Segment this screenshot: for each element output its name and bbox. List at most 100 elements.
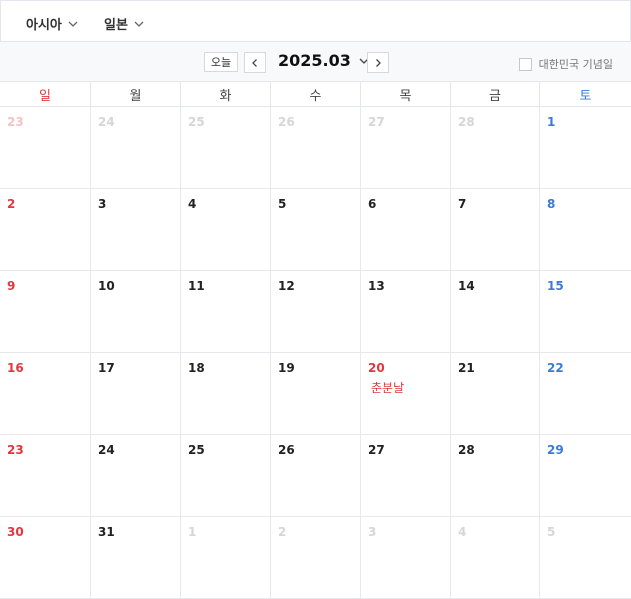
calendar-day-cell[interactable]: 18 [181, 353, 271, 435]
calendar-nav-bar: 오늘 2025.03 대한민국 기념일 [0, 42, 631, 82]
calendar-day-cell[interactable]: 26 [271, 107, 361, 189]
day-number: 5 [547, 525, 556, 539]
day-number: 16 [7, 361, 24, 375]
calendar-day-cell[interactable]: 17 [91, 353, 181, 435]
day-number: 23 [7, 115, 24, 129]
calendar-day-cell[interactable]: 4 [181, 189, 271, 271]
calendar-day-cell[interactable]: 11 [181, 271, 271, 353]
day-number: 9 [7, 279, 16, 293]
day-number: 6 [368, 197, 377, 211]
chevron-left-icon [252, 58, 257, 67]
day-number: 25 [188, 115, 205, 129]
calendar-day-cell[interactable]: 9 [0, 271, 91, 353]
calendar-day-cell[interactable]: 2 [271, 517, 361, 599]
weekday-header: 일월화수목금 토 [0, 82, 631, 107]
day-number: 22 [547, 361, 564, 375]
day-number: 26 [278, 443, 295, 457]
day-number: 14 [458, 279, 475, 293]
day-number: 5 [278, 197, 287, 211]
weekday-label: 토 [579, 89, 592, 104]
calendar-day-cell[interactable]: 22 [540, 353, 631, 435]
calendar-day-cell[interactable]: 30 [0, 517, 91, 599]
calendar-day-cell[interactable]: 6 [361, 189, 451, 271]
day-number: 15 [547, 279, 564, 293]
day-number: 29 [547, 443, 564, 457]
day-number: 7 [458, 197, 467, 211]
calendar-day-cell[interactable]: 10 [91, 271, 181, 353]
chevron-down-icon [68, 21, 78, 27]
day-number: 21 [458, 361, 475, 375]
weekday-label: 월 [91, 82, 181, 107]
calendar-day-cell[interactable]: 27 [361, 107, 451, 189]
day-number: 1 [547, 115, 556, 129]
day-number: 27 [368, 115, 385, 129]
current-month-label: 2025.03 [278, 51, 351, 70]
today-button[interactable]: 오늘 [204, 52, 238, 72]
calendar-day-cell[interactable]: 25 [181, 435, 271, 517]
month-picker[interactable]: 2025.03 [278, 51, 369, 70]
day-number: 28 [458, 115, 475, 129]
calendar-day-cell[interactable]: 21 [451, 353, 540, 435]
day-number: 12 [278, 279, 295, 293]
calendar-day-cell[interactable]: 2 [0, 189, 91, 271]
calendar-day-cell[interactable]: 14 [451, 271, 540, 353]
calendar-day-cell[interactable]: 4 [451, 517, 540, 599]
day-number: 18 [188, 361, 205, 375]
calendar-day-cell[interactable]: 29 [540, 435, 631, 517]
calendar-day-cell[interactable]: 12 [271, 271, 361, 353]
day-number: 24 [98, 115, 115, 129]
chevron-right-icon [376, 58, 381, 67]
calendar-day-cell[interactable]: 26 [271, 435, 361, 517]
calendar-day-cell[interactable]: 31 [91, 517, 181, 599]
holiday-checkbox[interactable] [518, 57, 532, 71]
day-number: 4 [458, 525, 467, 539]
region-dropdown[interactable]: 아시아 [26, 14, 78, 33]
calendar-day-cell[interactable]: 13 [361, 271, 451, 353]
calendar-day-cell[interactable]: 25 [181, 107, 271, 189]
day-number: 17 [98, 361, 115, 375]
calendar-day-cell[interactable]: 1 [181, 517, 271, 599]
calendar-day-cell[interactable]: 15 [540, 271, 631, 353]
calendar-day-cell[interactable]: 20 춘분날 [361, 353, 451, 435]
calendar-day-cell[interactable]: 7 [451, 189, 540, 271]
calendar-day-cell[interactable]: 24 [91, 107, 181, 189]
holiday-toggle-label: 대한민국 기념일 [538, 58, 613, 71]
next-month-button[interactable] [367, 52, 389, 73]
day-number: 28 [458, 443, 475, 457]
calendar-day-cell[interactable]: 8 [540, 189, 631, 271]
day-number: 23 [7, 443, 24, 457]
calendar-day-cell[interactable]: 1 [540, 107, 631, 189]
calendar-day-cell[interactable]: 28 [451, 107, 540, 189]
day-number: 19 [278, 361, 295, 375]
chevron-down-icon [134, 21, 144, 27]
calendar-day-cell[interactable]: 3 [91, 189, 181, 271]
calendar-day-cell[interactable]: 27 [361, 435, 451, 517]
calendar-day-cell[interactable]: 23 [0, 107, 91, 189]
holiday-event[interactable]: 춘분날 [371, 379, 404, 396]
calendar-day-cell[interactable]: 3 [361, 517, 451, 599]
day-number: 30 [7, 525, 24, 539]
country-dropdown[interactable]: 일본 [104, 14, 144, 33]
day-number: 4 [188, 197, 197, 211]
day-number: 3 [98, 197, 107, 211]
day-number: 2 [7, 197, 16, 211]
top-bar: 아시아 일본 [0, 0, 631, 42]
calendar-day-cell[interactable]: 23 [0, 435, 91, 517]
calendar-day-cell[interactable]: 24 [91, 435, 181, 517]
calendar-day-cell[interactable]: 5 [271, 189, 361, 271]
korea-holiday-toggle[interactable]: 대한민국 기념일 [518, 56, 613, 72]
calendar-day-cell[interactable]: 5 [540, 517, 631, 599]
calendar-day-cell[interactable]: 28 [451, 435, 540, 517]
weekday-label: 수 [271, 82, 361, 107]
day-number: 8 [547, 197, 556, 211]
prev-month-button[interactable] [244, 52, 266, 73]
day-number: 31 [98, 525, 115, 539]
calendar-day-cell[interactable]: 19 [271, 353, 361, 435]
day-number: 2 [278, 525, 287, 539]
day-number: 3 [368, 525, 377, 539]
day-number: 27 [368, 443, 385, 457]
day-number: 20 [368, 361, 385, 375]
day-number: 25 [188, 443, 205, 457]
weekday-label: 목 [361, 82, 451, 107]
calendar-day-cell[interactable]: 16 [0, 353, 91, 435]
